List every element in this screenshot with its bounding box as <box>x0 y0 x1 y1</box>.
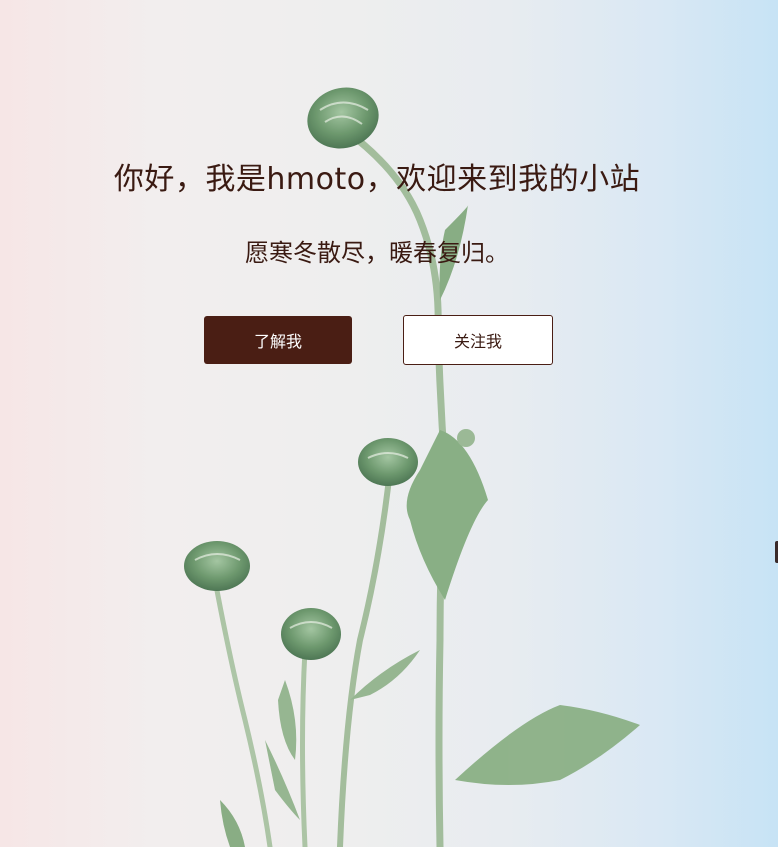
follow-me-button[interactable]: 关注我 <box>403 315 553 365</box>
plant-illustration-background <box>184 87 640 847</box>
hero-subtitle: 愿寒冬散尽，暖春复归。 <box>245 239 509 267</box>
about-me-button[interactable]: 了解我 <box>204 316 352 364</box>
hero-title: 你好，我是hmoto，欢迎来到我的小站 <box>113 162 641 197</box>
